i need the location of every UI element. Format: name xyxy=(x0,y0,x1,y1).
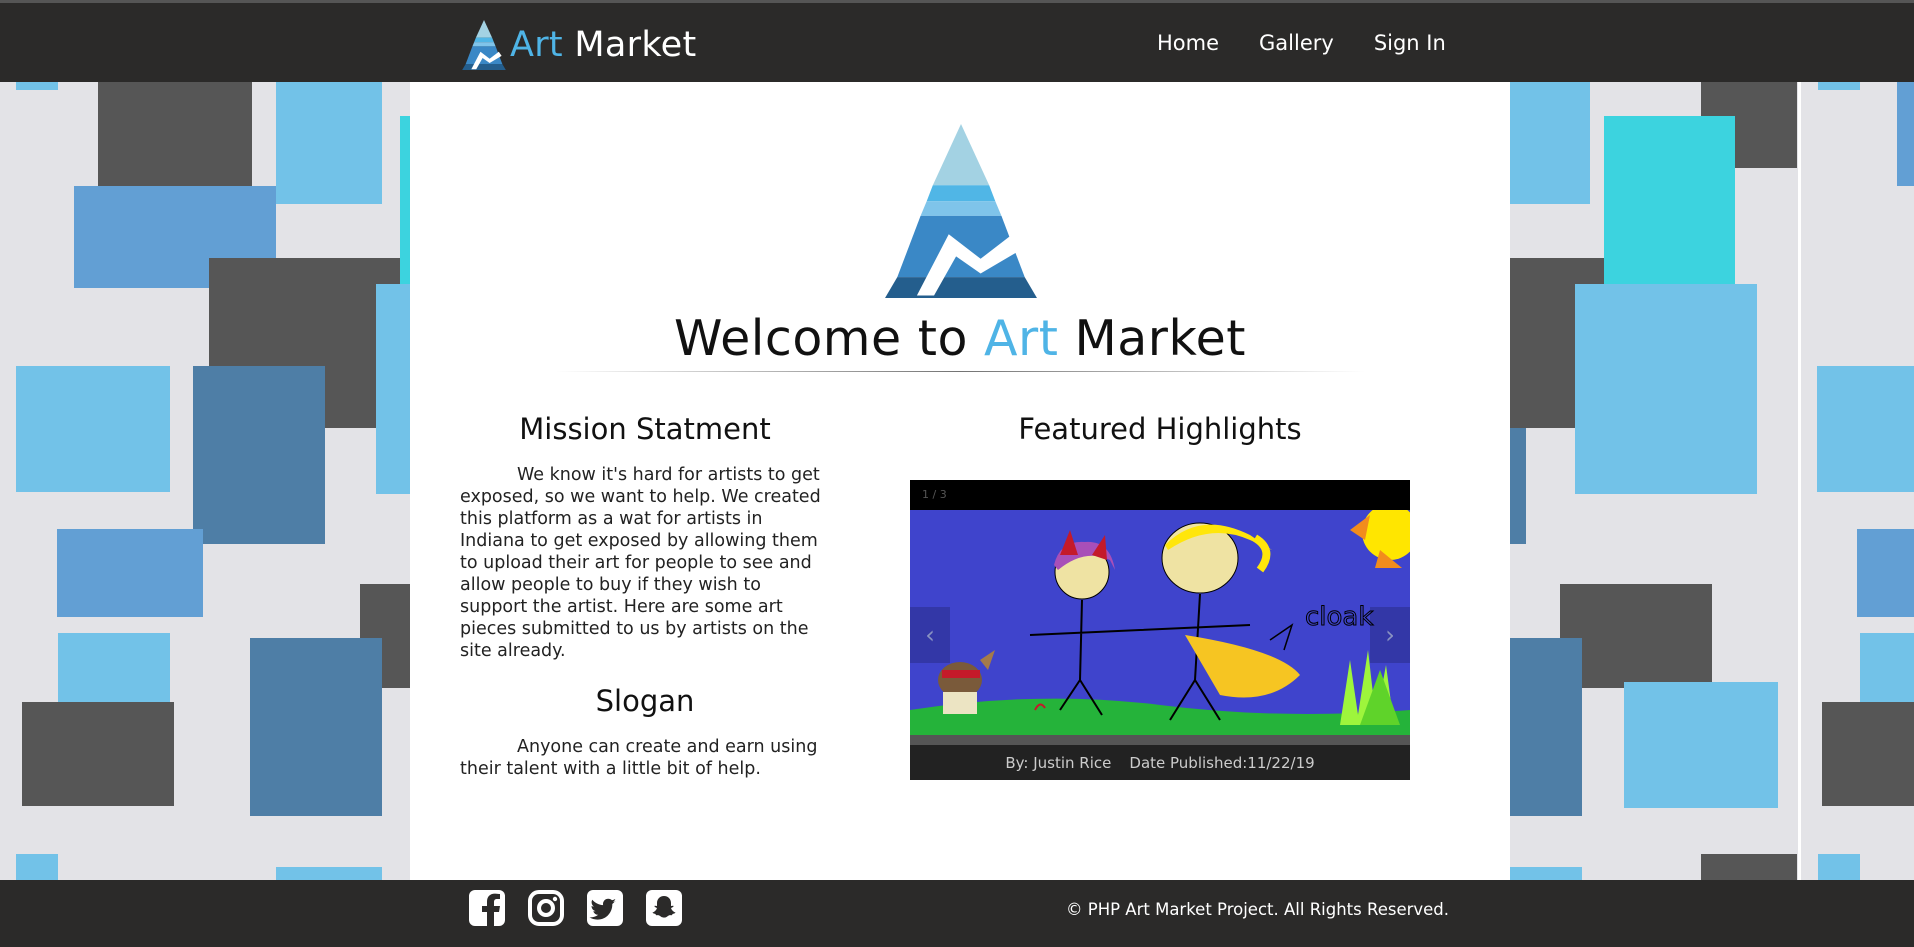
nav-signin-link[interactable]: Sign In xyxy=(1374,31,1446,55)
featured-carousel[interactable]: 1 / 3 cloak ‹ › By: Justin Rice Date Pub… xyxy=(910,480,1410,780)
nav-home-link[interactable]: Home xyxy=(1157,31,1219,55)
social-links xyxy=(468,889,704,927)
featured-artwork-image[interactable]: cloak xyxy=(910,510,1410,745)
art-market-logo-icon xyxy=(462,20,506,70)
nav-menu: Home Gallery Sign In xyxy=(1157,31,1486,55)
artwork-handwritten-text: cloak xyxy=(1305,602,1373,632)
carousel-prev-button[interactable]: ‹ xyxy=(910,607,950,663)
artwork-caption: By: Justin Rice Date Published:11/22/19 xyxy=(910,745,1410,780)
slide-counter: 1 / 3 xyxy=(922,488,947,501)
brand-logo-link[interactable]: Art Market xyxy=(462,17,697,73)
mission-text: We know it's hard for artists to get exp… xyxy=(460,465,821,661)
hero-logo-icon xyxy=(885,124,1037,298)
snapchat-icon[interactable] xyxy=(645,889,683,927)
facebook-icon[interactable] xyxy=(468,889,506,927)
brand-name: Art Market xyxy=(510,25,697,65)
navbar: Art Market Home Gallery Sign In xyxy=(0,0,1914,82)
heading-divider xyxy=(555,371,1365,372)
welcome-heading: Welcome to Art Market xyxy=(674,310,1246,367)
featured-column: Featured Highlights 1 / 3 cloak ‹ › By: … xyxy=(910,412,1410,780)
featured-title: Featured Highlights xyxy=(1018,412,1302,446)
carousel-next-button[interactable]: › xyxy=(1370,607,1410,663)
mission-column: Mission Statment We know it's hard for a… xyxy=(460,412,830,780)
slogan-title: Slogan xyxy=(595,684,695,718)
chevron-right-icon: › xyxy=(1385,621,1395,649)
copyright-text: © PHP Art Market Project. All Rights Res… xyxy=(1066,900,1450,919)
footer: © PHP Art Market Project. All Rights Res… xyxy=(0,880,1914,947)
mission-title: Mission Statment xyxy=(519,412,771,446)
nav-gallery-link[interactable]: Gallery xyxy=(1259,31,1334,55)
artwork-date: Date Published:11/22/19 xyxy=(1129,753,1315,772)
chevron-left-icon: ‹ xyxy=(925,621,935,649)
artwork-author: By: Justin Rice xyxy=(1005,753,1112,772)
main-content: Welcome to Art Market Mission Statment W… xyxy=(410,82,1510,880)
slogan-text: Anyone can create and earn using their t… xyxy=(460,737,818,779)
instagram-icon[interactable] xyxy=(527,889,565,927)
twitter-icon[interactable] xyxy=(586,889,624,927)
